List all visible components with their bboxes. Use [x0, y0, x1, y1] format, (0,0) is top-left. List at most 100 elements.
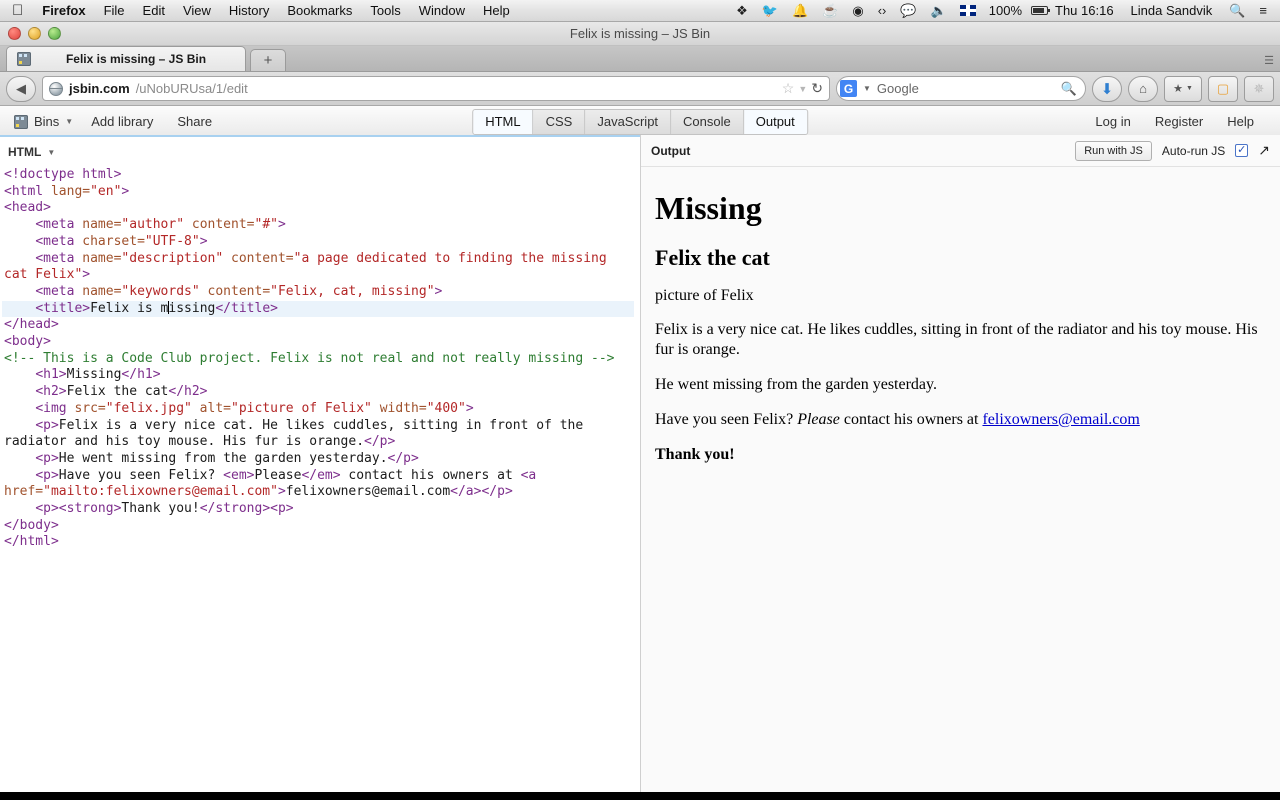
code-line[interactable]: <!doctype html>: [2, 167, 634, 184]
menu-item-help[interactable]: Help: [474, 0, 519, 22]
user-name[interactable]: Linda Sandvik: [1121, 3, 1223, 18]
code-line[interactable]: <p>He went missing from the garden yeste…: [2, 451, 634, 468]
magnifier-icon[interactable]: 🔍: [1061, 81, 1077, 97]
messages-icon[interactable]: 💬: [893, 0, 923, 22]
menu-item-view[interactable]: View: [174, 0, 220, 22]
log-in-button[interactable]: Log in: [1083, 114, 1142, 129]
code-line[interactable]: <title>Felix is missing</title>: [2, 300, 634, 318]
spotlight-search-icon[interactable]: 🔍: [1222, 0, 1252, 22]
code-token-tag: </p>: [481, 484, 513, 500]
code-line[interactable]: </html>: [2, 534, 634, 551]
url-bar[interactable]: jsbin.com/uNobURUsa/1/edit ☆ ▼ ↻: [42, 76, 830, 101]
reload-icon[interactable]: ↻: [811, 80, 823, 97]
new-tab-button[interactable]: +: [250, 49, 286, 71]
reader-ruler-icon: ▢: [1216, 80, 1230, 96]
add-library-button[interactable]: Add library: [79, 114, 165, 129]
code-token-attr: href=: [4, 484, 44, 500]
browser-tab-active[interactable]: Felix is missing – JS Bin: [6, 46, 246, 71]
addon-spinner-icon: ✵: [1253, 80, 1265, 96]
tab-css[interactable]: CSS: [533, 109, 586, 134]
code-token-tag: </h2>: [168, 384, 208, 400]
code-token-tag: >: [277, 217, 286, 233]
tab-strip: Felix is missing – JS Bin + ☰: [0, 46, 1280, 72]
code-line[interactable]: <meta name="keywords" content="Felix, ca…: [2, 284, 634, 301]
tab-output[interactable]: Output: [743, 109, 807, 134]
output-pane: Output Run with JS Auto-run JS ✓ ↗ Missi…: [640, 135, 1280, 792]
menu-item-history[interactable]: History: [220, 0, 278, 22]
auto-run-js-label: Auto-run JS: [1161, 143, 1226, 158]
wifi-icon[interactable]: ◉: [845, 0, 870, 22]
code-line[interactable]: <meta name="author" content="#">: [2, 217, 634, 234]
back-button[interactable]: ◀: [6, 75, 36, 102]
code-line[interactable]: </body>: [2, 518, 634, 535]
code-line[interactable]: <p><strong>Thank you!</strong><p>: [2, 501, 634, 518]
editor-panel-header[interactable]: HTML ▼: [0, 137, 640, 167]
preview-email-link[interactable]: felixowners@email.com: [982, 411, 1139, 428]
code-line[interactable]: <h1>Missing</h1>: [2, 367, 634, 384]
battery-icon[interactable]: [1031, 6, 1050, 15]
share-button[interactable]: Share: [165, 114, 224, 129]
output-panel-actions: Run with JS Auto-run JS ✓ ↗: [1075, 140, 1270, 161]
menu-item-window[interactable]: Window: [410, 0, 474, 22]
menu-item-bookmarks[interactable]: Bookmarks: [278, 0, 361, 22]
code-line[interactable]: <body>: [2, 334, 634, 351]
star-icon[interactable]: ☆: [782, 80, 795, 97]
apple-logo-icon[interactable]: : [8, 2, 33, 20]
twitter-icon[interactable]: 🐦: [755, 0, 785, 22]
code-token-attr: charset=: [82, 233, 145, 249]
run-with-js-button[interactable]: Run with JS: [1075, 140, 1152, 161]
code-line[interactable]: <p>Have you seen Felix? <em>Please</em> …: [2, 468, 634, 501]
list-all-tabs-icon[interactable]: ☰: [1264, 54, 1274, 67]
code-line[interactable]: <h2>Felix the cat</h2>: [2, 384, 634, 401]
reader-button[interactable]: ▢: [1208, 75, 1238, 102]
register-button[interactable]: Register: [1143, 114, 1215, 129]
menu-item-edit[interactable]: Edit: [134, 0, 174, 22]
search-bar[interactable]: G ▼ Google 🔍: [836, 76, 1086, 101]
code-line[interactable]: <p>Felix is a very nice cat. He likes cu…: [2, 418, 634, 451]
code-line[interactable]: <head>: [2, 200, 634, 217]
menu-item-file[interactable]: File: [95, 0, 134, 22]
tab-javascript[interactable]: JavaScript: [585, 109, 672, 134]
bookmarks-menu-button[interactable]: ★ ▼: [1164, 75, 1202, 102]
code-line[interactable]: <meta charset="UTF-8">: [2, 234, 634, 251]
battery-percent[interactable]: 100%: [982, 3, 1029, 18]
code-line[interactable]: </head>: [2, 317, 634, 334]
preview-heading-1: Missing: [655, 190, 762, 226]
code-editor[interactable]: <!doctype html> <html lang="en"> <head> <m…: [0, 167, 640, 792]
code-line[interactable]: <meta name="description" content="a page…: [2, 251, 634, 284]
preview-p3-pre: Have you seen Felix?: [655, 411, 798, 428]
caret-down-icon[interactable]: ▼: [47, 148, 55, 157]
menu-item-firefox[interactable]: Firefox: [33, 0, 94, 22]
tab-console[interactable]: Console: [671, 109, 744, 134]
help-button[interactable]: Help: [1215, 114, 1266, 129]
downloads-button[interactable]: ⬇: [1092, 75, 1122, 102]
google-search-engine-icon[interactable]: G: [840, 80, 857, 97]
code-icon[interactable]: ‹›: [871, 0, 894, 22]
coffee-icon[interactable]: ☕: [815, 0, 845, 22]
url-bar-actions: ☆ ▼ ↻: [782, 80, 823, 97]
code-token-tag: <em>: [223, 467, 255, 483]
home-button[interactable]: ⌂: [1128, 75, 1158, 102]
bell-icon[interactable]: 🔔: [785, 0, 815, 22]
code-token-attr: name=: [82, 250, 122, 266]
code-token-str: "felix.jpg": [105, 400, 192, 416]
bins-menu-button[interactable]: Bins ▼: [14, 114, 79, 129]
chevron-down-icon[interactable]: ▼: [798, 84, 807, 94]
addon-button[interactable]: ✵: [1244, 75, 1274, 102]
code-line[interactable]: <html lang="en">: [2, 184, 634, 201]
menu-item-tools[interactable]: Tools: [361, 0, 409, 22]
search-engine-caret-icon[interactable]: ▼: [863, 84, 871, 93]
volume-icon[interactable]: 🔈: [924, 0, 954, 22]
code-line[interactable]: <!-- This is a Code Club project. Felix …: [2, 351, 634, 368]
notification-center-icon[interactable]: ≡: [1252, 0, 1274, 22]
search-input[interactable]: Google: [877, 81, 1055, 96]
dropbox-icon[interactable]: ❖: [729, 0, 755, 22]
uk-flag-icon[interactable]: [959, 5, 976, 16]
tab-html[interactable]: HTML: [473, 109, 534, 134]
expand-arrow-icon[interactable]: ↗: [1258, 142, 1270, 159]
code-line[interactable]: <img src="felix.jpg" alt="picture of Fel…: [2, 401, 634, 418]
menu-bar-clock[interactable]: Thu 16:16: [1048, 3, 1121, 18]
auto-run-js-checkbox[interactable]: ✓: [1235, 144, 1249, 157]
code-token-str: "mailto:felixowners@email.com": [43, 484, 278, 500]
